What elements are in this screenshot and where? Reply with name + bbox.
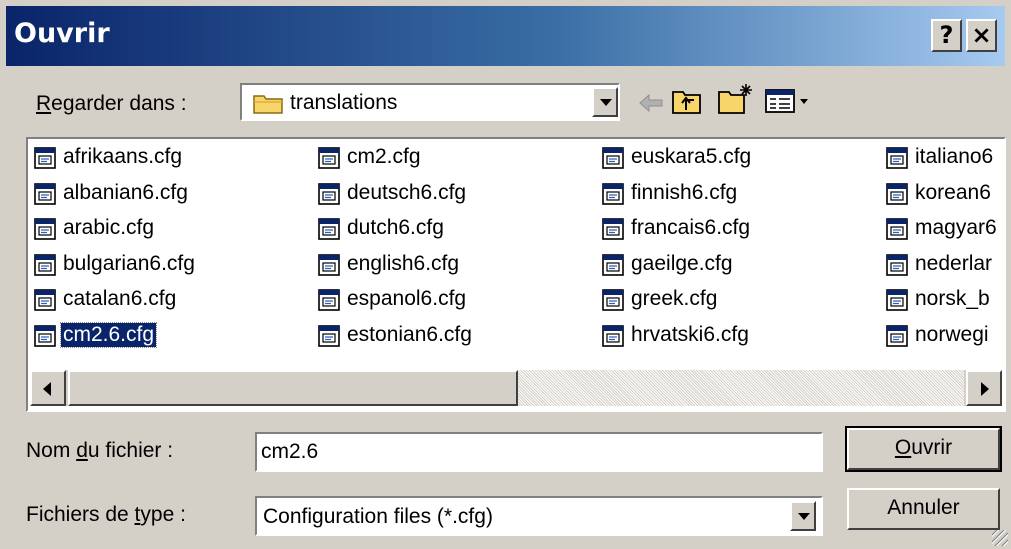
back-arrow-icon[interactable]: [638, 92, 664, 119]
resize-grip[interactable]: [992, 530, 1008, 546]
file-name: deutsch6.cfg: [347, 180, 467, 204]
config-file-icon: [602, 324, 624, 352]
config-file-icon: [34, 289, 56, 316]
open-dialog: Ouvrir ? × Regarder dans : translations: [0, 0, 1011, 549]
config-file-icon: [318, 218, 340, 245]
look-in-value: translations: [290, 91, 398, 114]
look-in-combo[interactable]: translations: [240, 83, 620, 121]
config-file-icon: [886, 289, 908, 316]
help-button[interactable]: ?: [931, 19, 962, 52]
config-file-icon: [886, 182, 908, 210]
title-bar[interactable]: Ouvrir ? ×: [6, 6, 1005, 66]
file-name: albanian6.cfg: [63, 180, 188, 204]
config-file-icon: [34, 324, 56, 352]
config-file-icon: [34, 218, 56, 245]
file-name: cm2.6.cfg: [59, 321, 158, 348]
config-file-icon: [602, 182, 624, 210]
config-file-icon: [602, 147, 624, 174]
file-name: norwegi: [915, 322, 989, 346]
look-in-dropdown-button[interactable]: [592, 87, 618, 117]
filetype-combo[interactable]: Configuration files (*.cfg): [255, 496, 823, 536]
filename-input[interactable]: [255, 432, 823, 472]
file-name: arabic.cfg: [63, 216, 155, 239]
config-file-icon: [602, 253, 624, 281]
folder-icon: [252, 91, 286, 120]
file-name: afrikaans.cfg: [63, 145, 183, 168]
file-name: nederlar: [915, 251, 993, 275]
file-name: catalan6.cfg: [63, 287, 177, 310]
config-file-icon: [886, 147, 908, 174]
config-file-icon: [886, 324, 908, 352]
file-name: english6.cfg: [347, 251, 460, 275]
file-name: hrvatski6.cfg: [631, 322, 749, 346]
config-file-icon: [886, 218, 908, 245]
horizontal-scrollbar[interactable]: [30, 370, 1002, 406]
file-name: espanol6.cfg: [347, 287, 467, 310]
new-folder-icon[interactable]: [716, 82, 756, 121]
up-folder-icon[interactable]: [670, 86, 704, 121]
file-name: finnish6.cfg: [631, 180, 738, 204]
file-name: estonian6.cfg: [347, 322, 472, 346]
file-name: magyar6: [915, 216, 997, 239]
look-in-label: Regarder dans :: [36, 92, 187, 115]
file-name: norsk_b: [915, 287, 990, 310]
scroll-thumb[interactable]: [68, 370, 518, 406]
file-name: euskara5.cfg: [631, 145, 752, 168]
config-file-icon: [886, 253, 908, 281]
filename-label: Nom du fichier :: [26, 439, 174, 462]
file-name: gaeilge.cfg: [631, 251, 733, 275]
filetype-value: Configuration files (*.cfg): [263, 505, 493, 528]
file-name: greek.cfg: [631, 287, 718, 310]
file-name: francais6.cfg: [631, 216, 751, 239]
view-menu-icon[interactable]: [764, 87, 814, 120]
config-file-icon: [34, 182, 56, 210]
close-button[interactable]: ×: [966, 19, 997, 52]
config-file-icon: [318, 289, 340, 316]
filetype-label: Fichiers de type :: [26, 503, 186, 526]
file-name: bulgarian6.cfg: [63, 251, 195, 275]
cancel-button[interactable]: Annuler: [847, 488, 1000, 530]
file-name: dutch6.cfg: [347, 216, 444, 239]
config-file-icon: [34, 147, 56, 174]
scroll-right-button[interactable]: [966, 370, 1002, 406]
open-button[interactable]: Ouvrir: [845, 426, 1002, 472]
window-title: Ouvrir: [14, 18, 110, 49]
config-file-icon: [602, 289, 624, 316]
file-name: korean6: [915, 180, 991, 204]
filetype-dropdown-button[interactable]: [790, 501, 816, 531]
config-file-icon: [602, 218, 624, 245]
scroll-left-button[interactable]: [30, 370, 66, 406]
config-file-icon: [318, 182, 340, 210]
config-file-icon: [318, 147, 340, 174]
file-name: italiano6: [915, 145, 994, 168]
file-name: cm2.cfg: [347, 145, 421, 168]
config-file-icon: [318, 253, 340, 281]
config-file-icon: [318, 324, 340, 352]
config-file-icon: [34, 253, 56, 281]
file-list[interactable]: norwegi norsk_b nederlar magyar6 korean6 ital…: [26, 137, 1006, 412]
